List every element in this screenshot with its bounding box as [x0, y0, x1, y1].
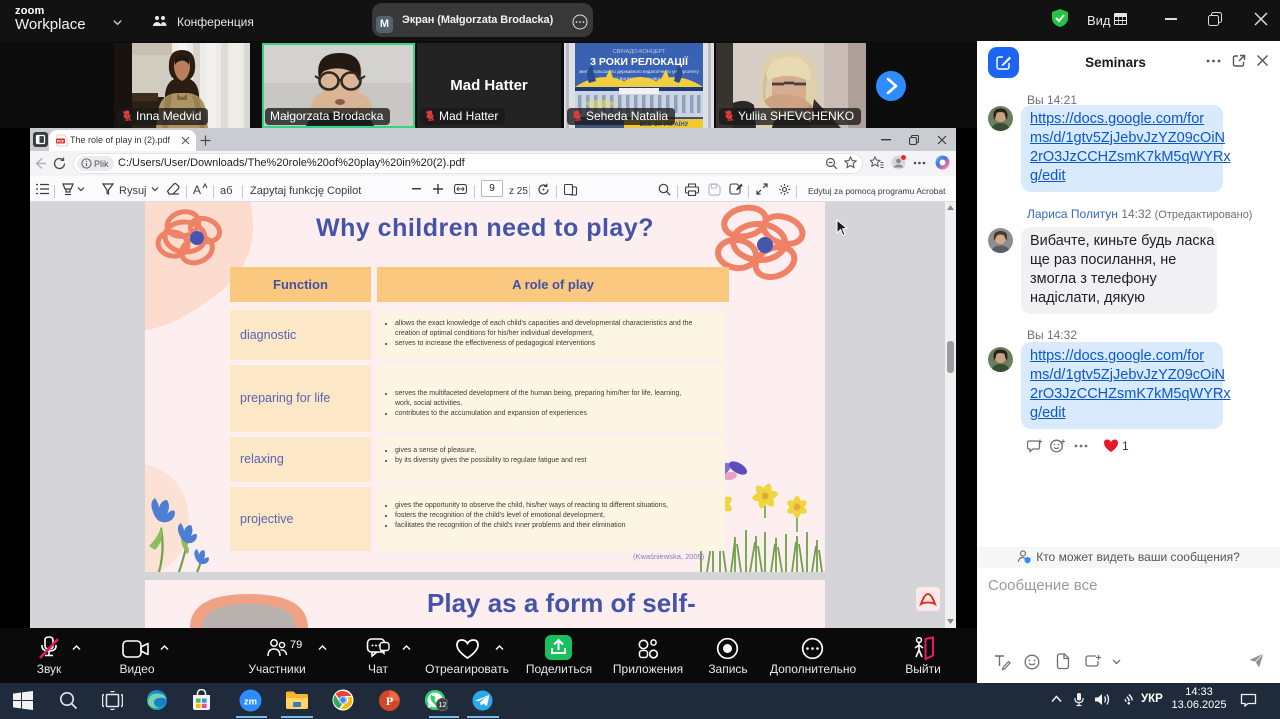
svg-text:3 РОКИ РЕЛОКАЦІЇ: 3 РОКИ РЕЛОКАЦІЇ [590, 55, 689, 68]
svg-text:P: P [386, 694, 393, 708]
svg-text:zm: zm [244, 697, 257, 708]
svg-text:12: 12 [438, 700, 446, 709]
svg-text:СВІЧАДО-КОНЦЕРТ: СВІЧАДО-КОНЦЕРТ [613, 49, 666, 55]
svg-text:PDF: PDF [57, 140, 65, 144]
